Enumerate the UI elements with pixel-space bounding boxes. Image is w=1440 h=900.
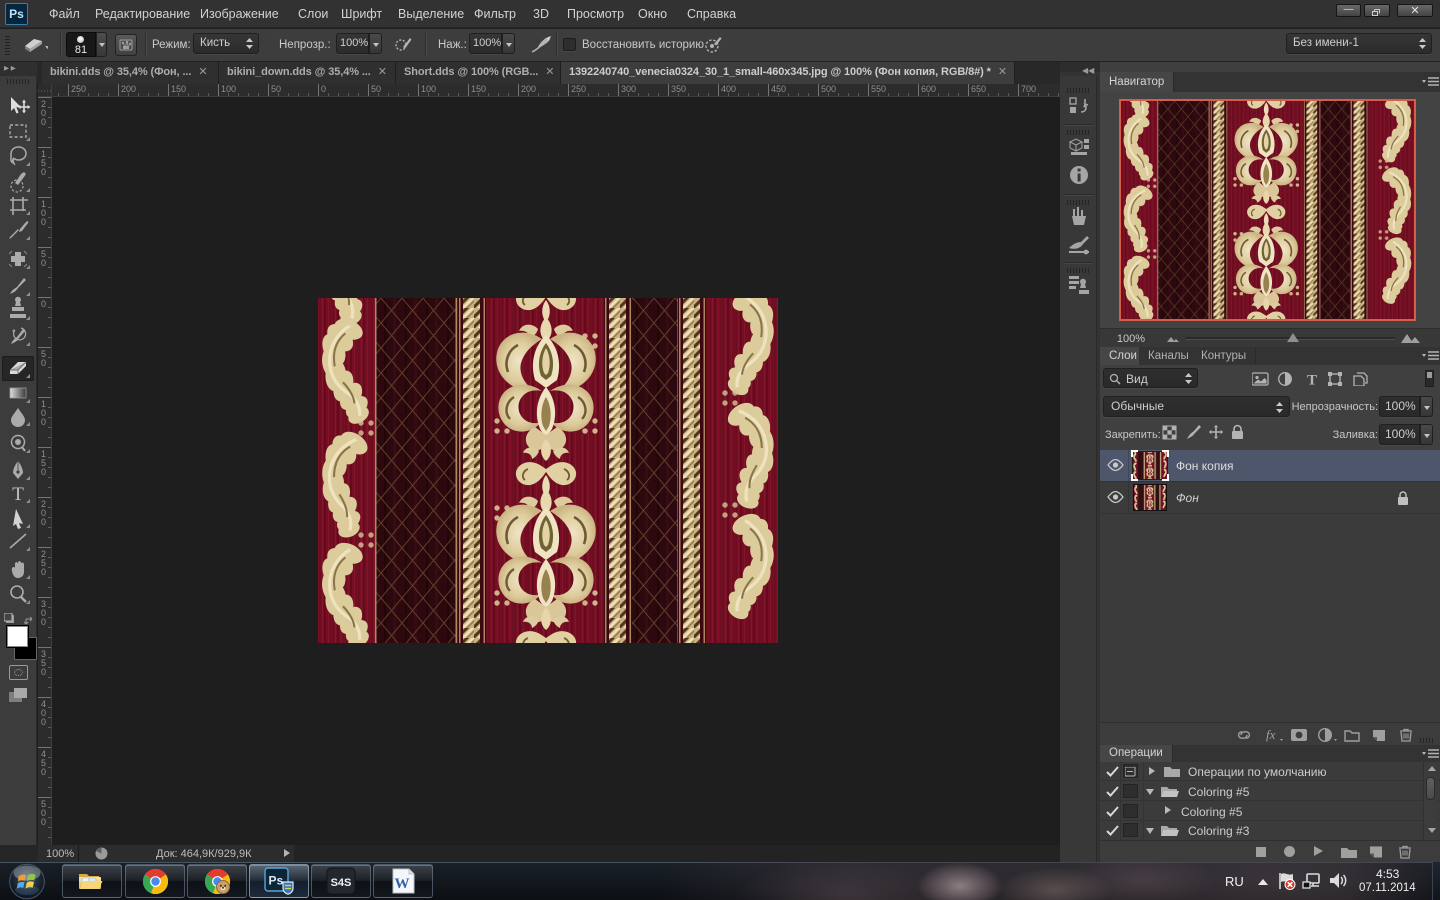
svg-text:0: 0 — [41, 117, 46, 127]
svg-text:0: 0 — [321, 84, 326, 94]
svg-text:0: 0 — [41, 617, 46, 627]
svg-text:300: 300 — [621, 84, 636, 94]
svg-text:400: 400 — [721, 84, 736, 94]
svg-text:550: 550 — [871, 84, 886, 94]
svg-text:200: 200 — [121, 84, 136, 94]
svg-text:0: 0 — [41, 567, 46, 577]
svg-text:50: 50 — [271, 84, 281, 94]
svg-text:0: 0 — [41, 417, 46, 427]
svg-text:0: 0 — [41, 299, 46, 309]
svg-text:0: 0 — [41, 258, 46, 268]
svg-text:0: 0 — [41, 217, 46, 227]
svg-text:0: 0 — [41, 717, 46, 727]
svg-text:0: 0 — [41, 817, 46, 827]
svg-text:0: 0 — [41, 517, 46, 527]
svg-text:Ps: Ps — [269, 874, 284, 888]
svg-text:T: T — [1307, 373, 1317, 387]
svg-text:W: W — [395, 876, 410, 892]
svg-text:0: 0 — [41, 467, 46, 477]
svg-text:200: 200 — [521, 84, 536, 94]
svg-text:150: 150 — [171, 84, 186, 94]
svg-text:250: 250 — [571, 84, 586, 94]
svg-text:0: 0 — [41, 358, 46, 368]
svg-text:250: 250 — [71, 84, 86, 94]
svg-text:350: 350 — [671, 84, 686, 94]
svg-text:450: 450 — [771, 84, 786, 94]
svg-text:100: 100 — [421, 84, 436, 94]
svg-text:S4S: S4S — [331, 877, 352, 889]
svg-text:150: 150 — [471, 84, 486, 94]
svg-text:0: 0 — [41, 767, 46, 777]
svg-text:50: 50 — [371, 84, 381, 94]
svg-text:600: 600 — [921, 84, 936, 94]
svg-text:500: 500 — [821, 84, 836, 94]
svg-text:650: 650 — [971, 84, 986, 94]
svg-text:100: 100 — [221, 84, 236, 94]
svg-text:T: T — [12, 484, 24, 505]
svg-text:700: 700 — [1021, 84, 1036, 94]
svg-text:fx: fx — [1266, 728, 1276, 742]
svg-text:0: 0 — [41, 167, 46, 177]
svg-text:0: 0 — [41, 667, 46, 677]
